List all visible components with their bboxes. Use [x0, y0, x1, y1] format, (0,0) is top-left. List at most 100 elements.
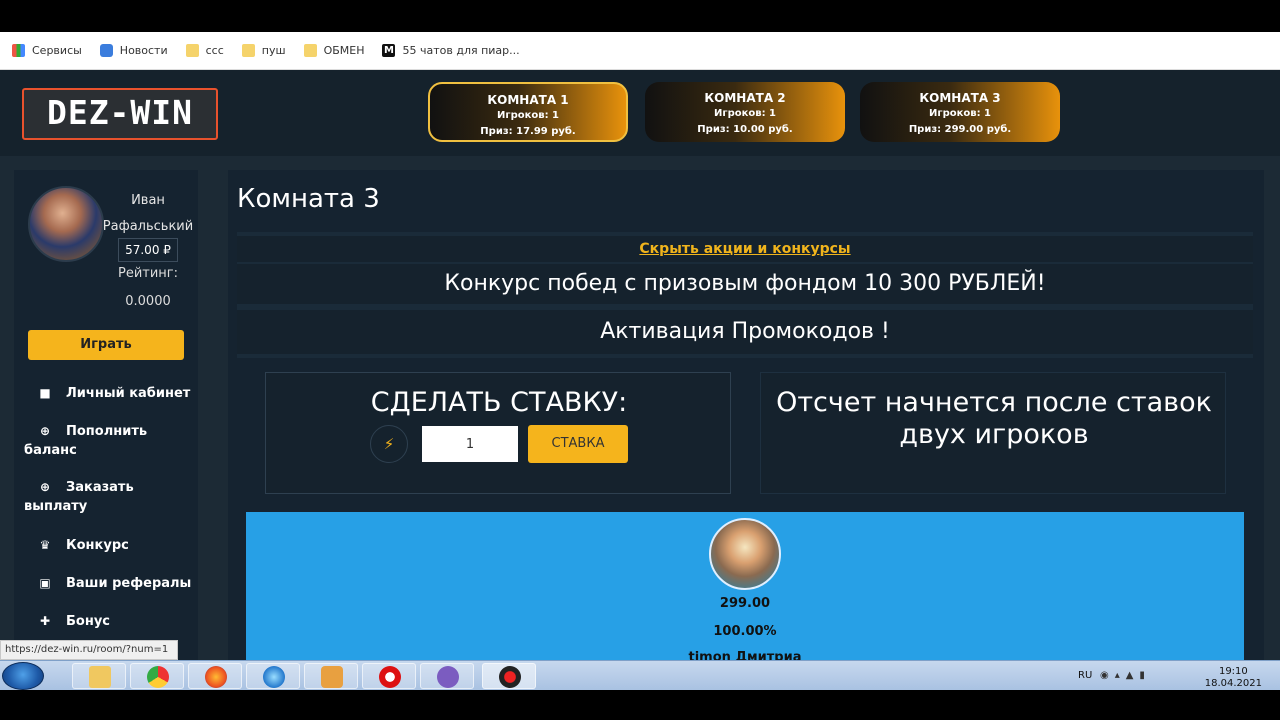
main-panel: Комната 3 Скрыть акции и конкурсы Конкур…: [228, 170, 1264, 660]
bookmark-services[interactable]: Сервисы: [12, 44, 82, 57]
clock-time: 19:10: [1218, 666, 1248, 677]
user-balance: 57.00 ₽: [118, 238, 178, 262]
room-tab-prize: Приз: 10.00 руб.: [697, 124, 793, 135]
bet-title: СДЕЛАТЬ СТАВКУ:: [370, 387, 628, 418]
plus-circle-icon: ⊕: [39, 480, 51, 494]
screen: Сервисы Новости ccc пуш ОБМЕН M 55 чатов…: [0, 0, 1280, 720]
ie-icon: [263, 666, 285, 688]
briefcase-icon: ■: [39, 386, 51, 400]
lightning-icon[interactable]: ⚡: [370, 425, 408, 463]
plus-circle-icon: ⊕: [39, 424, 51, 438]
room-tab-title: КОМНАТА 1: [487, 93, 569, 107]
player-name: timon Дмитриа: [688, 650, 802, 660]
page-title: Комната 3: [237, 184, 380, 214]
taskbar-media[interactable]: [304, 663, 358, 689]
chrome-icon: [147, 666, 169, 688]
menu-item-referrals[interactable]: ▣ Ваши рефералы: [24, 574, 191, 593]
player-win-chance: 100.00%: [713, 624, 777, 639]
player-avatar: [709, 518, 781, 590]
medium-icon: M: [382, 44, 396, 57]
folder-icon: [89, 666, 111, 688]
bookmark-chats[interactable]: M 55 чатов для пиар...: [382, 44, 520, 57]
room-tab-players: Игроков: 1: [713, 108, 777, 119]
start-button[interactable]: [2, 662, 44, 690]
media-player-icon: [321, 666, 343, 688]
bookmark-label: Новости: [119, 44, 168, 57]
room-tab-title: КОМНАТА 2: [704, 91, 786, 105]
clock[interactable]: 19:10 18.04.2021: [1205, 666, 1262, 690]
folder-icon: [185, 44, 199, 57]
user-first-name: Иван: [131, 193, 165, 208]
taskbar-explorer[interactable]: [72, 663, 126, 689]
menu-item-withdraw[interactable]: ⊕ Заказать выплату: [24, 478, 194, 516]
room-tab-2[interactable]: КОМНАТА 2 Игроков: 1 Приз: 10.00 руб.: [645, 82, 845, 142]
play-button[interactable]: Играть: [28, 330, 184, 360]
sidebar: Иван Рафальський 57.00 ₽ Рейтинг: 0.0000…: [14, 170, 198, 660]
user-name: Иван Рафальський: [102, 188, 194, 240]
hide-promos-link[interactable]: Скрыть акции и конкурсы: [237, 236, 1253, 262]
bookmark-ccc[interactable]: ccc: [185, 44, 224, 57]
menu-item-label: Личный кабинет: [66, 386, 191, 401]
site-header: DEZ-WIN КОМНАТА 1 Игроков: 1 Приз: 17.99…: [0, 70, 1280, 156]
bookmark-news[interactable]: Новости: [99, 44, 168, 57]
promo-section: Скрыть акции и конкурсы Конкурс побед с …: [237, 232, 1253, 358]
room-tab-prize: Приз: 17.99 руб.: [480, 126, 576, 137]
taskbar-chrome[interactable]: [130, 663, 184, 689]
clock-date: 18.04.2021: [1204, 678, 1262, 689]
website: DEZ-WIN КОМНАТА 1 Игроков: 1 Приз: 17.99…: [0, 70, 1280, 660]
menu-item-label: Конкурс: [66, 538, 129, 553]
bookmark-exchange[interactable]: ОБМЕН: [303, 44, 365, 57]
rating-label: Рейтинг:: [117, 266, 179, 281]
gift-icon: ✚: [39, 614, 51, 628]
firefox-icon: [205, 666, 227, 688]
room-tab-3[interactable]: КОМНАТА 3 Игроков: 1 Приз: 299.00 руб.: [860, 82, 1060, 142]
menu-item-label: Ваши рефералы: [66, 576, 192, 591]
status-bar-url: https://dez-win.ru/room/?num=1: [0, 640, 178, 660]
promo-codes-banner[interactable]: Активация Промокодов !: [237, 310, 1253, 354]
user-last-name: Рафальський: [102, 219, 194, 234]
menu-item-cabinet[interactable]: ■ Личный кабинет: [24, 384, 190, 403]
viber-icon: [437, 666, 459, 688]
taskbar-viber[interactable]: [420, 663, 474, 689]
language-indicator[interactable]: RU: [1078, 670, 1092, 681]
menu-item-label: Бонус: [66, 614, 111, 629]
bookmarks-bar: Сервисы Новости ccc пуш ОБМЕН M 55 чатов…: [0, 32, 1280, 70]
opera-icon: [379, 666, 401, 688]
room-tab-players: Игроков: 1: [928, 108, 992, 119]
bookmark-label: 55 чатов для пиар...: [402, 44, 520, 57]
menu-item-contest[interactable]: ♛ Конкурс: [24, 536, 129, 555]
taskbar: RU ◉▴▲▮ 19:10 18.04.2021: [0, 660, 1280, 690]
menu-item-bonus[interactable]: ✚ Бонус: [24, 612, 110, 631]
user-avatar[interactable]: [28, 186, 104, 262]
trophy-icon: ♛: [39, 538, 51, 552]
bookmark-label: пуш: [261, 44, 286, 57]
taskbar-opera[interactable]: [362, 663, 416, 689]
bet-panel: СДЕЛАТЬ СТАВКУ: ⚡ СТАВКА: [265, 372, 731, 494]
bookmark-label: Сервисы: [32, 44, 82, 57]
folder-icon: [303, 44, 317, 57]
taskbar-ie[interactable]: [246, 663, 300, 689]
bookmark-label: ccc: [205, 44, 224, 57]
countdown-panel: Отсчет начнется после ставок двух игроко…: [760, 372, 1226, 494]
bookmark-label: ОБМЕН: [323, 44, 365, 57]
site-logo[interactable]: DEZ-WIN: [22, 88, 218, 140]
apps-grid-icon: [12, 44, 25, 57]
room-tab-prize: Приз: 299.00 руб.: [908, 124, 1012, 135]
system-tray: RU ◉▴▲▮ 19:10 18.04.2021: [1060, 661, 1280, 691]
bet-amount-input[interactable]: [422, 426, 518, 462]
folder-icon: [241, 44, 255, 57]
menu-item-deposit[interactable]: ⊕ Пополнить баланс: [24, 422, 194, 460]
taskbar-firefox[interactable]: [188, 663, 242, 689]
room-tab-players: Игроков: 1: [496, 110, 560, 121]
countdown-text: Отсчет начнется после ставок двух игроко…: [776, 387, 1212, 450]
room-tab-1[interactable]: КОМНАТА 1 Игроков: 1 Приз: 17.99 руб.: [428, 82, 628, 142]
player-bet-amount: 299.00: [719, 596, 771, 611]
bookmark-push[interactable]: пуш: [241, 44, 286, 57]
bet-button[interactable]: СТАВКА: [528, 425, 628, 463]
players-panel: 299.00 100.00% timon Дмитриа: [246, 512, 1244, 660]
taskbar-recorder[interactable]: [482, 663, 536, 689]
contest-banner[interactable]: Конкурс побед с призовым фондом 10 300 Р…: [237, 264, 1253, 304]
money-icon: ▣: [39, 576, 51, 590]
tray-icons[interactable]: ◉▴▲▮: [1100, 670, 1151, 681]
news-icon: [99, 44, 113, 57]
